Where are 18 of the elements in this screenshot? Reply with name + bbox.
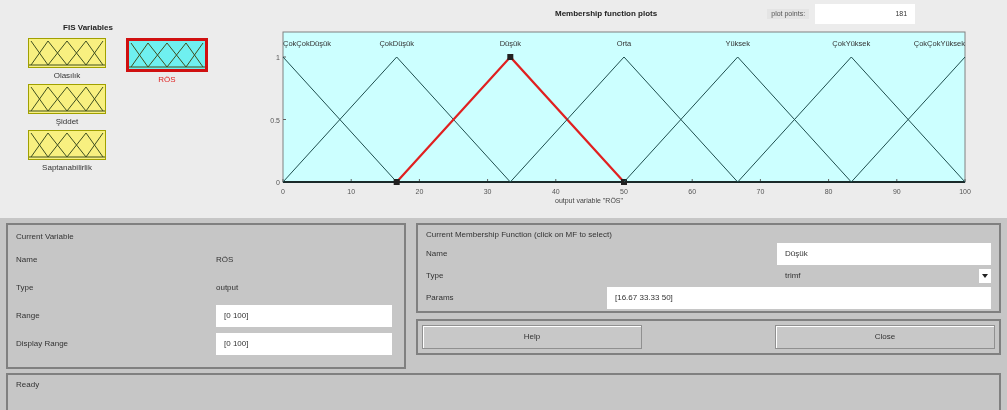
field-value: output bbox=[216, 282, 239, 294]
panel-title: Current Membership Function (click on MF to select) bbox=[426, 229, 613, 241]
variable-name: RÖS bbox=[158, 74, 176, 86]
status-bar: Ready bbox=[6, 373, 1001, 410]
plot-title: Membership function plots bbox=[555, 8, 658, 20]
field-label: Type bbox=[16, 282, 35, 294]
field-label: Name bbox=[426, 248, 448, 260]
panel-title: FIS Variables bbox=[62, 22, 114, 34]
variable-name: Şiddet bbox=[55, 116, 79, 128]
panel-title: Current Variable bbox=[16, 231, 75, 243]
field-label: Params bbox=[426, 292, 454, 304]
field-label: Type bbox=[426, 270, 444, 282]
variable-name: Olasılık bbox=[53, 70, 81, 82]
variable-name: Saptanabilirlik bbox=[42, 162, 92, 174]
field-label: Range bbox=[16, 310, 41, 322]
field-label: Display Range bbox=[16, 338, 70, 350]
field-value: RÖS bbox=[216, 254, 234, 266]
field-label: Name bbox=[16, 254, 39, 266]
